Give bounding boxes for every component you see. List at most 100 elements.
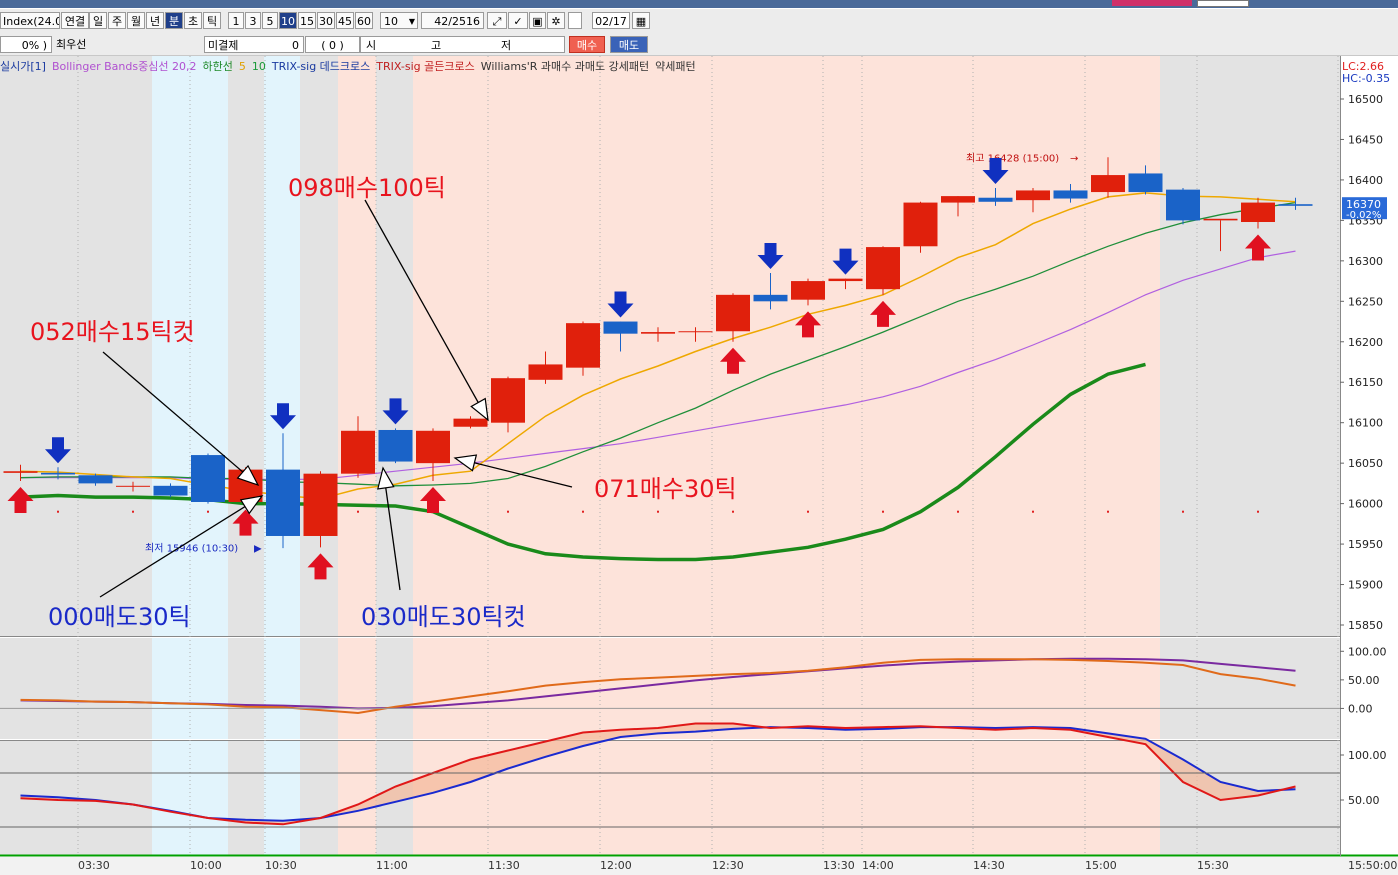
- interval-button[interactable]: 10: [279, 12, 297, 29]
- interval-button[interactable]: 45: [336, 12, 354, 29]
- interval-select[interactable]: 10 ▼: [380, 12, 418, 29]
- price-tick-label: 16200: [1348, 336, 1383, 349]
- candle-body: [1053, 190, 1088, 199]
- check-icon[interactable]: ✓: [508, 12, 528, 29]
- date-input[interactable]: 02/17: [592, 12, 630, 29]
- gear-icon[interactable]: ✲: [547, 12, 565, 29]
- candle-body: [453, 418, 488, 427]
- price-chart[interactable]: 최고 16428 (15:00) → 최저 15946 (10:30) ▶ 16500…: [0, 56, 1398, 875]
- candle-body: [828, 278, 863, 282]
- candle-body: [1016, 190, 1050, 201]
- candle-body: [1203, 218, 1238, 221]
- link-button[interactable]: 연결: [61, 12, 89, 29]
- chart-toolbar: Index(24.0 연결 일주월년분초틱 1 3 5 10 15 30 45 60 10 ▼…: [0, 9, 1398, 34]
- trade-annotation: 000매도30틱: [48, 603, 191, 631]
- date-checkbox[interactable]: [568, 12, 582, 29]
- period-button[interactable]: 초: [184, 12, 202, 29]
- time-axis-label: 14:00: [862, 859, 894, 872]
- title-input-box[interactable]: [1197, 0, 1249, 7]
- time-axis-label: 13:30: [823, 859, 855, 872]
- candle-body: [791, 281, 825, 300]
- signal-dot: [957, 510, 959, 513]
- session-band: [338, 638, 376, 739]
- indicator-legend: 실시가[1] Bollinger Bands중심선 20,2 하한선 5 10 TRIX-…: [0, 58, 702, 76]
- open-label: 시: [366, 39, 377, 52]
- interval-button[interactable]: 60: [355, 12, 373, 29]
- zoom-icon[interactable]: ⤢: [487, 12, 507, 29]
- candle-body: [116, 485, 150, 487]
- candle-body: [528, 364, 563, 380]
- record-indicator[interactable]: [1112, 0, 1192, 6]
- count-display: 42/2516: [421, 12, 484, 29]
- candle-body: [978, 197, 1013, 202]
- period-button[interactable]: 틱: [203, 12, 221, 29]
- price-tick-label: 16100: [1348, 417, 1383, 430]
- buy-button[interactable]: 매수: [569, 36, 605, 53]
- session-band: [264, 638, 300, 739]
- session-band: [264, 741, 300, 855]
- interval-button[interactable]: 15: [298, 12, 316, 29]
- trade-annotation: 071매수30틱: [594, 475, 737, 503]
- time-axis-label: 10:30: [265, 859, 297, 872]
- trade-annotation: 098매수100틱: [288, 174, 446, 202]
- low-marker-label: 최저 15946 (10:30): [145, 542, 238, 554]
- order-toolbar: 0% ) 최우선 미결제 0 ( 0 ) 시 고 저 매수 매도: [0, 33, 1398, 56]
- candle-body: [191, 455, 225, 502]
- legend-item: 5: [238, 60, 246, 73]
- candle-body: [153, 485, 188, 496]
- high-label: 고: [431, 39, 442, 52]
- save-icon[interactable]: ▣: [529, 12, 546, 29]
- period-button[interactable]: 일: [89, 12, 107, 29]
- candle-body: [378, 429, 413, 462]
- session-band: [152, 741, 228, 855]
- signal-dot: [1032, 510, 1034, 513]
- price-tick-label: 15900: [1348, 579, 1383, 592]
- signal-dot: [882, 510, 884, 513]
- window-title-bar: [0, 0, 1398, 8]
- session-band: [1160, 56, 1340, 636]
- interval-button[interactable]: 3: [245, 12, 261, 29]
- signal-dot: [207, 510, 209, 513]
- wr-tick-label: 50.00: [1348, 794, 1380, 807]
- trix-tick-label: 0.00: [1348, 702, 1373, 715]
- period-button[interactable]: 분: [165, 12, 183, 29]
- price-tick-label: 16450: [1348, 133, 1383, 146]
- signal-dot: [1182, 510, 1184, 513]
- candle-body: [716, 294, 750, 332]
- price-tick-label: 16000: [1348, 498, 1383, 511]
- session-band: [228, 638, 264, 739]
- interval-button[interactable]: 1: [228, 12, 244, 29]
- interval-button[interactable]: 30: [317, 12, 335, 29]
- percent-field[interactable]: 0% ): [0, 36, 52, 53]
- time-axis-label: 10:00: [190, 859, 222, 872]
- trix-tick-label: 50.00: [1348, 674, 1380, 687]
- legend-item: 실시가[1]: [0, 60, 46, 73]
- session-band: [300, 638, 338, 739]
- candle-body: [266, 469, 300, 536]
- symbol-input[interactable]: Index(24.0: [0, 12, 60, 29]
- period-button[interactable]: 주: [108, 12, 126, 29]
- session-band: [338, 56, 376, 636]
- trade-annotation: 052매수15틱컷: [30, 318, 195, 346]
- low-label: 저: [501, 39, 512, 52]
- session-band: [300, 56, 338, 636]
- price-tick-label: 16250: [1348, 295, 1383, 308]
- time-axis-label: 15:50:00: [1348, 859, 1397, 872]
- candle-body: [903, 202, 938, 247]
- candle-body: [641, 332, 675, 334]
- price-tick-label: 15950: [1348, 538, 1383, 551]
- calendar-icon[interactable]: ▦: [632, 12, 650, 29]
- legend-item: Bollinger Bands중심선 20,2: [51, 60, 197, 73]
- candle-body: [1278, 204, 1313, 206]
- time-axis-label: 15:00: [1085, 859, 1117, 872]
- interval-button[interactable]: 5: [262, 12, 278, 29]
- unfilled-label: 미결제: [208, 39, 239, 52]
- period-button[interactable]: 년: [146, 12, 164, 29]
- session-band: [0, 638, 152, 739]
- sell-button[interactable]: 매도: [610, 36, 648, 53]
- candle-body: [1091, 175, 1125, 193]
- high-marker-arrow: →: [1070, 153, 1078, 164]
- session-band: [264, 56, 300, 636]
- period-button[interactable]: 월: [127, 12, 145, 29]
- time-axis-label: 12:30: [712, 859, 744, 872]
